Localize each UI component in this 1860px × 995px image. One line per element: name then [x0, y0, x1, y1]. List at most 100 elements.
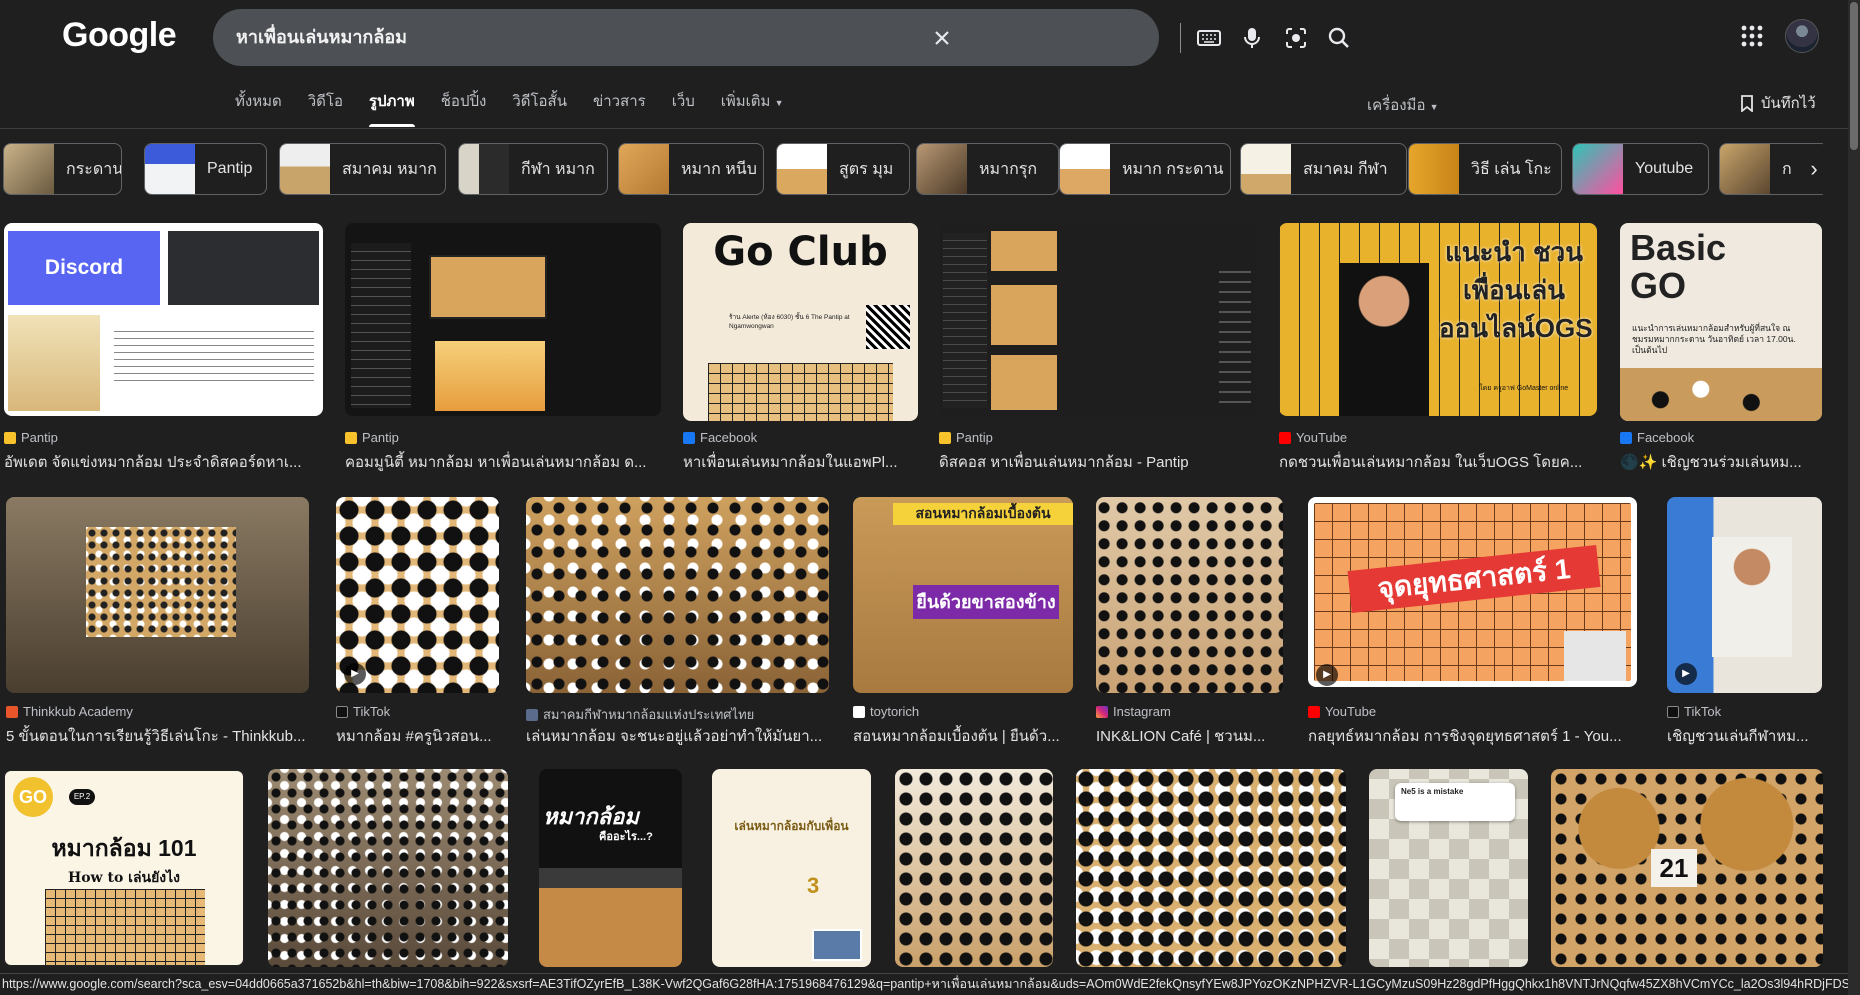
result-title[interactable]: กลยุทธ์หมากล้อม การชิงจุดยุทธศาสตร์ 1 - …: [1308, 724, 1638, 748]
mistake-tooltip: Ne5 is a mistake: [1395, 783, 1515, 821]
account-avatar[interactable]: [1785, 19, 1819, 53]
page-scrollbar[interactable]: [1848, 0, 1860, 995]
image-result[interactable]: Go Club ร้าน Alerte (ห้อง 6030) ชั้น 6 T…: [683, 223, 923, 473]
sidebar-panel: [943, 233, 987, 408]
image-result[interactable]: สอนหมากล้อมเบื้องต้น ยืนด้วยขาสองข้าง to…: [853, 497, 1078, 747]
image-result[interactable]: สมาคมกีฬาหมากล้อมแห่งประเทศไทย เล่นหมากล…: [526, 497, 836, 747]
chip-thumbnail: [777, 144, 827, 194]
result-title[interactable]: 5 ขั้นตอนในการเรียนรู้วิธีเล่นโกะ - Thin…: [6, 724, 313, 748]
search-bar[interactable]: หาเพื่อนเล่นหมากล้อม: [213, 9, 1349, 66]
tiktok-favicon: [1667, 705, 1679, 718]
image-result[interactable]: จุดยุทธศาสตร์ 1 ▶ YouTube กลยุทธ์หมากล้อ…: [1308, 497, 1638, 747]
chip-youtube[interactable]: Youtube: [1572, 143, 1709, 195]
image-result[interactable]: Discord Pantip อัพเดต จัดแข่งหมากล้อม ปร…: [4, 223, 324, 473]
image-result[interactable]: [1076, 769, 1348, 969]
image-result[interactable]: Instagram INK&LION Café | ชวนม...: [1096, 497, 1286, 747]
anime-image: [435, 341, 545, 411]
source-name: TikTok: [353, 704, 391, 719]
mic-icon[interactable]: [1239, 25, 1265, 51]
image-result[interactable]: หมากล้อม คืออะไร...?: [539, 769, 683, 969]
search-input[interactable]: หาเพื่อนเล่นหมากล้อม: [236, 9, 407, 66]
qr-code: [866, 305, 910, 349]
source-name: Facebook: [700, 430, 758, 445]
image-result[interactable]: GO EP.2 หมากล้อม 101 How to เล่นยังไง: [3, 769, 247, 969]
chip-board[interactable]: กระดาน: [3, 143, 122, 195]
tab-more[interactable]: เพิ่มเติม ▼: [721, 91, 784, 125]
go-stones-photo: [1620, 368, 1822, 421]
result-title[interactable]: คอมมูนิตี้ หมากล้อม หาเพื่อนเล่นหมากล้อม…: [345, 450, 660, 474]
chip-sport-association[interactable]: สมาคม กีฬา: [1240, 143, 1407, 195]
tab-web[interactable]: เว็บ: [672, 91, 695, 125]
result-title[interactable]: หมากล้อม #ครูนิวสอน...: [336, 724, 501, 748]
tab-short-videos[interactable]: วิดีโอสั้น: [512, 91, 567, 125]
result-title[interactable]: 🌑✨ เชิญชวนร่วมเล่นหม...: [1620, 450, 1820, 474]
image-result[interactable]: Pantip คอมมูนิตี้ หมากล้อม หาเพื่อนเล่นห…: [345, 223, 665, 473]
result-thumbnail: [1096, 497, 1283, 693]
description-lines: [114, 325, 314, 385]
chip-chess[interactable]: หมากรุก: [916, 143, 1059, 195]
result-title[interactable]: INK&LION Café | ชวนม...: [1096, 724, 1278, 748]
keyboard-icon[interactable]: [1196, 25, 1222, 51]
go-board-illustration: [45, 889, 205, 965]
image-result[interactable]: [268, 769, 510, 969]
image-result[interactable]: Basic GO แนะนำการเล่นหมากล้อมสำหรับผู้ที…: [1620, 223, 1825, 473]
image-result[interactable]: [895, 769, 1055, 969]
chip-pantip[interactable]: Pantip: [144, 143, 267, 195]
chip-corner[interactable]: สูตร มุม: [776, 143, 910, 195]
result-title[interactable]: หาเพื่อนเล่นหมากล้อมในแอพPl...: [683, 450, 919, 474]
go-board-illustration: [708, 363, 893, 421]
tab-news[interactable]: ข่าวสาร: [593, 91, 646, 125]
image-result[interactable]: 21: [1551, 769, 1825, 969]
source-name: Pantip: [362, 430, 399, 445]
result-thumbnail: GO EP.2 หมากล้อม 101 How to เล่นยังไง: [3, 769, 245, 967]
chip-label: วิธี เล่น โกะ: [1471, 160, 1552, 178]
chip-how-to-play[interactable]: วิธี เล่น โกะ: [1408, 143, 1562, 195]
tools-button[interactable]: เครื่องมือ ▼: [1367, 93, 1439, 117]
scrollbar-thumb[interactable]: [1850, 2, 1858, 150]
tab-shopping[interactable]: ช็อปปิ้ง: [441, 91, 487, 125]
chip-thumbnail: [145, 144, 195, 194]
clear-icon[interactable]: [929, 25, 955, 51]
chip-tongs[interactable]: หมาก หนีบ: [618, 143, 764, 195]
strategy-banner: จุดยุทธศาสตร์ 1: [1347, 545, 1601, 613]
result-title[interactable]: กดชวนเพื่อนเล่นหมากล้อม ในเว็บOGS โดยค..…: [1279, 450, 1595, 474]
result-source: Facebook: [1620, 430, 1694, 445]
image-result[interactable]: แนะนำ ชวนเพื่อนเล่น ออนไลน์OGS โดย ครูอา…: [1279, 223, 1599, 473]
result-thumbnail: แนะนำ ชวนเพื่อนเล่น ออนไลน์OGS โดย ครูอา…: [1279, 223, 1597, 416]
lens-icon[interactable]: [1283, 25, 1309, 51]
link-status-bar: https://www.google.com/search?sca_esv=04…: [0, 973, 1848, 995]
chip-thumbnail: [1720, 144, 1770, 194]
chip-association[interactable]: สมาคม หมาก: [279, 143, 446, 195]
chevron-right-icon[interactable]: ›: [1800, 155, 1828, 183]
image-result[interactable]: Ne5 is a mistake: [1369, 769, 1529, 969]
apps-grid-icon[interactable]: [1740, 24, 1764, 48]
chip-thumbnail: [1060, 144, 1110, 194]
image-result[interactable]: เล่นหมากล้อมกับเพื่อน 3: [712, 769, 872, 969]
tab-videos[interactable]: วิดีโอ: [308, 91, 343, 125]
image-result[interactable]: Thinkkub Academy 5 ขั้นตอนในการเรียนรู้ว…: [6, 497, 316, 747]
google-logo[interactable]: Google: [62, 16, 177, 55]
image-result[interactable]: ▶ TikTok หมากล้อม #ครูนิวสอน...: [336, 497, 506, 747]
result-title[interactable]: เชิญชวนเล่นกีฬาหม...: [1667, 724, 1824, 748]
refinement-chips: กระดาน Pantip สมาคม หมาก กีฬา หมาก หมาก …: [3, 143, 1823, 195]
tab-all[interactable]: ทั้งหมด: [235, 91, 282, 125]
goclub-title: Go Club: [713, 229, 888, 275]
result-source: Thinkkub Academy: [6, 704, 133, 719]
result-title[interactable]: สอนหมากล้อมเบื้องต้น | ยืนด้ว...: [853, 724, 1075, 748]
result-title[interactable]: เล่นหมากล้อม จะชนะอยู่แล้วอย่าทำให้มันยา…: [526, 724, 836, 748]
episode-badge: EP.2: [69, 789, 95, 805]
result-thumbnail: สอนหมากล้อมเบื้องต้น ยืนด้วยขาสองข้าง: [853, 497, 1073, 693]
chip-go-board[interactable]: หมาก กระดาน: [1059, 143, 1231, 195]
chip-sport[interactable]: กีฬา หมาก: [458, 143, 608, 195]
saved-button[interactable]: บันทึกไว้: [1740, 91, 1816, 115]
result-source: สมาคมกีฬาหมากล้อมแห่งประเทศไทย: [526, 704, 754, 725]
image-result[interactable]: ▶ TikTok เชิญชวนเล่นกีฬาหม...: [1667, 497, 1827, 747]
play-icon: ▶: [1316, 664, 1338, 686]
image-result[interactable]: Pantip ดิสคอส หาเพื่อนเล่นหมากล้อม - Pan…: [939, 223, 1259, 473]
go101-title: หมากล้อม 101: [51, 835, 197, 861]
facebook-favicon: [1620, 431, 1632, 444]
tab-images[interactable]: รูปภาพ: [368, 91, 415, 127]
result-title[interactable]: ดิสคอส หาเพื่อนเล่นหมากล้อม - Pantip: [939, 450, 1255, 474]
result-title[interactable]: อัพเดต จัดแข่งหมากล้อม ประจำดิสคอร์ดหาเ.…: [4, 450, 316, 474]
search-icon[interactable]: [1326, 25, 1352, 51]
